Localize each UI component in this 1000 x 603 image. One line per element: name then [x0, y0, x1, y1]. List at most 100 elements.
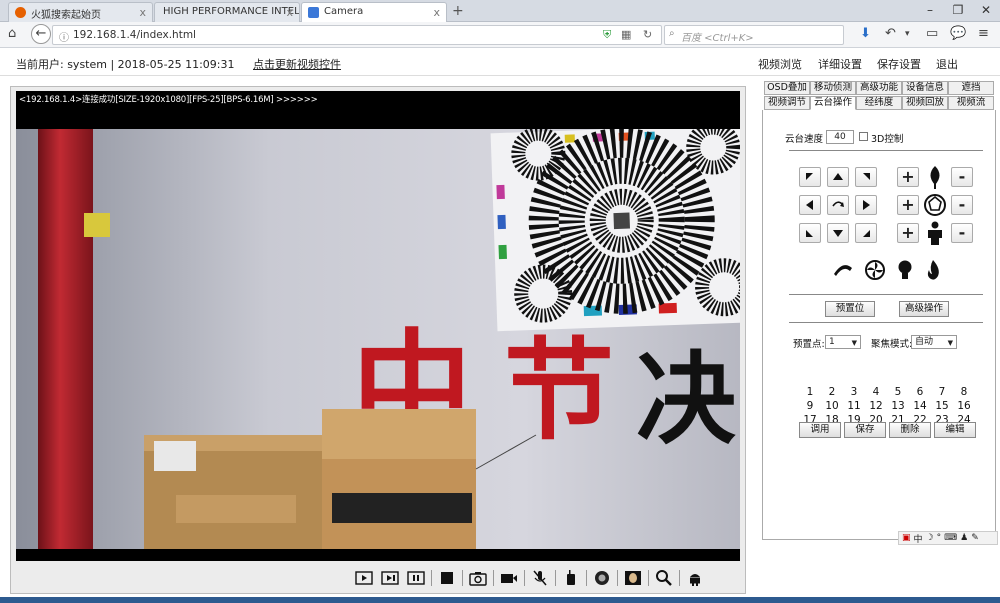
- update-control-link[interactable]: 点击更新视频控件: [253, 56, 341, 72]
- qr-icon[interactable]: ▦: [621, 28, 631, 41]
- keyboard-icon[interactable]: ⌨: [944, 533, 957, 543]
- back-icon[interactable]: ←: [31, 24, 51, 44]
- video-frame[interactable]: <192.168.1.4>连接成功[SIZE-1920x1080][FPS-25…: [16, 91, 740, 561]
- ctrl-3d-checkbox[interactable]: [859, 132, 868, 141]
- address-bar[interactable]: ⓘ 192.168.1.4/index.html ⛨ ▦ ↻: [52, 25, 662, 45]
- tab-stream[interactable]: 视频流: [948, 96, 994, 110]
- mute-icon[interactable]: [527, 568, 553, 588]
- preset-number[interactable]: 15: [931, 400, 953, 413]
- window-close-icon[interactable]: ✕: [972, 0, 1000, 22]
- ptz-down-left-button[interactable]: [799, 223, 821, 243]
- preset-number[interactable]: 9: [799, 400, 821, 413]
- preset-number[interactable]: 3: [843, 386, 865, 399]
- menu-detail-settings[interactable]: 详细设置: [818, 56, 862, 72]
- new-tab-button[interactable]: +: [452, 3, 464, 19]
- face-icon[interactable]: [620, 568, 646, 588]
- ime-language-toggle[interactable]: 中: [914, 532, 923, 545]
- wiper-icon[interactable]: [831, 258, 855, 282]
- preset-point-select[interactable]: 1 ▼: [825, 335, 861, 349]
- preset-number[interactable]: 1: [799, 386, 821, 399]
- wrench-icon[interactable]: ✎: [971, 533, 979, 543]
- menu-icon[interactable]: ≡: [978, 26, 989, 41]
- light-bulb-icon[interactable]: [893, 258, 917, 282]
- call-preset-button[interactable]: 调用: [799, 422, 841, 438]
- menu-save-settings[interactable]: 保存设置: [877, 56, 921, 72]
- preset-number[interactable]: 13: [887, 400, 909, 413]
- minimize-icon[interactable]: –: [916, 0, 944, 22]
- ime-logo-icon[interactable]: ▣: [902, 533, 911, 543]
- preset-number[interactable]: 4: [865, 386, 887, 399]
- tab-ptz[interactable]: 云台操作: [810, 96, 856, 110]
- tab-device-info[interactable]: 设备信息: [902, 81, 948, 95]
- android-icon[interactable]: [682, 568, 708, 588]
- tab-motion-detect[interactable]: 移动侦测: [810, 81, 856, 95]
- focus-near-button[interactable]: +: [897, 195, 919, 215]
- preset-number[interactable]: 11: [843, 400, 865, 413]
- stop-icon[interactable]: [434, 568, 460, 588]
- home-icon[interactable]: ⌂: [8, 26, 16, 41]
- tab-geo[interactable]: 经纬度: [856, 96, 902, 110]
- advanced-operation-button[interactable]: 高级操作: [899, 301, 949, 317]
- iris-close-button[interactable]: -: [951, 223, 973, 243]
- save-preset-button[interactable]: 保存: [844, 422, 886, 438]
- chevron-down-icon[interactable]: ▾: [905, 29, 910, 39]
- moon-icon[interactable]: ☽: [926, 533, 934, 543]
- edit-preset-button[interactable]: 编辑: [934, 422, 976, 438]
- zoom-icon[interactable]: [651, 568, 677, 588]
- ptz-speed-input[interactable]: 40: [826, 130, 854, 144]
- delete-preset-button[interactable]: 删除: [889, 422, 931, 438]
- tab-osd[interactable]: OSD叠加: [764, 81, 810, 95]
- search-box[interactable]: ⌕ 百度 <Ctrl+K>: [664, 25, 844, 45]
- ptz-left-button[interactable]: [799, 195, 821, 215]
- chat-icon[interactable]: 💬: [950, 26, 966, 41]
- preset-number[interactable]: 14: [909, 400, 931, 413]
- browser-tab-camera[interactable]: Camera x: [301, 2, 447, 23]
- tab-playback[interactable]: 视频回放: [902, 96, 948, 110]
- tab-advanced[interactable]: 高级功能: [856, 81, 902, 95]
- tab-mask[interactable]: 遮挡: [948, 81, 994, 95]
- shield-icon[interactable]: ⛨: [603, 28, 611, 42]
- play-icon[interactable]: [351, 568, 377, 588]
- focus-far-button[interactable]: -: [951, 195, 973, 215]
- menu-logout[interactable]: 退出: [936, 56, 958, 72]
- fan-icon[interactable]: [863, 258, 887, 282]
- ptz-right-button[interactable]: [855, 195, 877, 215]
- close-tab-icon[interactable]: x: [139, 6, 146, 19]
- walkie-talkie-icon[interactable]: [558, 568, 584, 588]
- preset-number[interactable]: 12: [865, 400, 887, 413]
- preset-number[interactable]: 2: [821, 386, 843, 399]
- heater-flame-icon[interactable]: [921, 258, 945, 282]
- punctuation-icon[interactable]: °: [937, 533, 942, 543]
- record-icon[interactable]: [496, 568, 522, 588]
- ptz-down-right-button[interactable]: [855, 223, 877, 243]
- download-icon[interactable]: ⬇: [860, 26, 871, 41]
- iris-open-button[interactable]: +: [897, 223, 919, 243]
- snapshot-icon[interactable]: [465, 568, 491, 588]
- maximize-icon[interactable]: ❐: [944, 0, 972, 22]
- close-tab-icon[interactable]: x: [433, 6, 440, 19]
- preset-number[interactable]: 8: [953, 386, 975, 399]
- preset-number[interactable]: 7: [931, 386, 953, 399]
- preset-number[interactable]: 16: [953, 400, 975, 413]
- browser-tab-start[interactable]: 火狐搜索起始页 x: [8, 2, 153, 22]
- ptz-auto-button[interactable]: [827, 195, 849, 215]
- preset-number[interactable]: 5: [887, 386, 909, 399]
- focus-mode-select[interactable]: 自动 ▼: [911, 335, 957, 349]
- menu-video-browse[interactable]: 视频浏览: [758, 56, 802, 72]
- preset-button[interactable]: 预置位: [825, 301, 875, 317]
- fullscreen-icon[interactable]: [589, 568, 615, 588]
- user-icon[interactable]: ♟: [960, 533, 968, 543]
- preset-number[interactable]: 10: [821, 400, 843, 413]
- preset-number[interactable]: 6: [909, 386, 931, 399]
- reload-icon[interactable]: ↻: [643, 28, 652, 41]
- zoom-in-button[interactable]: +: [897, 167, 919, 187]
- tab-video-adjust[interactable]: 视频调节: [764, 96, 810, 110]
- page-info-icon[interactable]: ⓘ: [59, 29, 69, 44]
- ptz-up-button[interactable]: [827, 167, 849, 187]
- undo-icon[interactable]: ↶: [885, 26, 896, 41]
- ptz-up-left-button[interactable]: [799, 167, 821, 187]
- step-icon[interactable]: [403, 568, 429, 588]
- ptz-up-right-button[interactable]: [855, 167, 877, 187]
- browser-tab-intel[interactable]: HIGH PERFORMANCE INTEL... x: [154, 2, 300, 22]
- ptz-down-button[interactable]: [827, 223, 849, 243]
